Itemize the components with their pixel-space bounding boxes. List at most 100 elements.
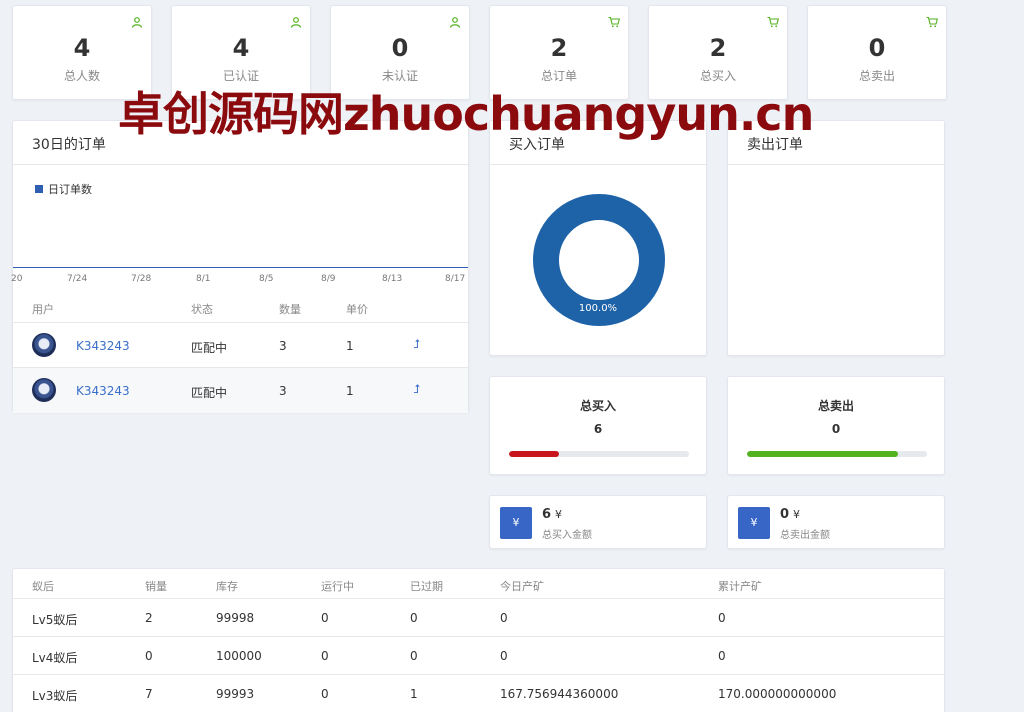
summary-title: 总买入 [579,399,616,413]
stat-value: 2 [709,34,727,62]
sell-amount-card: ¥ 0 ¥ 总卖出金额 [727,495,945,549]
cell-running: 0 [321,687,329,701]
x-tick: 7/24 [67,274,88,284]
cell-today-output: 0 [500,611,508,625]
watermark: 卓创源码网zhuochuangyun.cn [118,87,814,141]
x-tick: 20 [11,274,23,284]
header-total-output: 累计产矿 [718,580,762,593]
cell-queen: Lv4蚁后 [32,651,78,665]
table-row: Lv4蚁后 0 100000 0 0 0 0 [13,637,944,675]
sell-orders-panel: 卖出订单 [727,120,945,356]
cell-today-output: 167.756944360000 [500,687,619,701]
stat-value: 0 [868,34,886,62]
table-row: Lv5蚁后 2 99998 0 0 0 0 [13,599,944,637]
currency-symbol: ¥ [555,508,563,521]
yen-icon: ¥ [500,507,532,539]
header-expired: 已过期 [410,580,443,593]
user-link[interactable]: K343243 [76,384,130,398]
cell-stock: 99993 [216,687,255,701]
header-qty: 数量 [279,303,301,316]
progress-bar [747,451,927,457]
user-icon [131,17,143,28]
amount-number: 6 [542,507,552,522]
cell-running: 0 [321,611,329,625]
yen-icon: ¥ [738,507,770,539]
header-status: 状态 [191,303,213,316]
stat-card-total-sell: 0 总卖出 [807,5,947,100]
order-price: 1 [346,339,354,353]
buy-orders-panel: 买入订单 100.0% [489,120,707,356]
user-icon [290,17,302,28]
legend-swatch [35,185,43,193]
amount-number: 0 [780,507,790,522]
cell-today-output: 0 [500,649,508,663]
cell-expired: 1 [410,687,418,701]
order-status: 匹配中 [191,386,228,400]
legend-label: 日订单数 [48,183,92,196]
x-tick: 8/1 [196,274,211,284]
amount-value: 0 ¥ [780,507,800,522]
x-tick: 8/9 [321,274,336,284]
donut-slice[interactable] [533,194,665,326]
order-qty: 3 [279,339,287,353]
total-sell-card: 总卖出 0 [727,376,945,475]
table-row: K343243 匹配中 3 1 ⮥ [13,368,468,413]
cell-sales: 0 [145,649,153,663]
progress-bar [509,451,689,457]
cell-sales: 7 [145,687,153,701]
cart-icon [926,16,938,28]
orders-panel: 30日的订单 日订单数 20 7/24 7/28 8/1 8/5 8/9 8/1… [11,120,469,413]
cell-total-output: 0 [718,649,726,663]
cart-icon [767,16,779,28]
progress-fill [509,451,560,457]
chart-legend[interactable]: 日订单数 [35,181,92,197]
x-tick: 7/28 [131,274,152,284]
cell-expired: 0 [410,611,418,625]
x-tick: 8/5 [259,274,274,284]
amount-label: 总买入金额 [542,530,592,541]
table-row: K343243 匹配中 3 1 ⮥ [13,323,468,368]
order-qty: 3 [279,384,287,398]
cell-stock: 100000 [216,649,262,663]
cell-stock: 99998 [216,611,255,625]
amount-label: 总卖出金额 [780,530,830,541]
progress-fill [747,451,899,457]
buy-amount-card: ¥ 6 ¥ 总买入金额 [489,495,707,549]
header-stock: 库存 [216,580,238,593]
avatar [32,378,56,402]
cell-expired: 0 [410,649,418,663]
header-running: 运行中 [321,580,354,593]
stat-value: 4 [232,34,250,62]
stat-value: 4 [73,34,91,62]
chart-axis-line [13,267,468,268]
header-queen: 蚁后 [32,580,54,593]
table-row: Lv3蚁后 7 99993 0 1 167.756944360000 170.0… [13,675,944,712]
queen-table-header: 蚁后 销量 库存 运行中 已过期 今日产矿 累计产矿 [13,569,944,599]
summary-title: 总卖出 [817,399,854,413]
share-icon[interactable]: ⮥ [413,337,420,352]
summary-value: 0 [831,422,841,436]
share-icon[interactable]: ⮥ [413,382,420,397]
total-buy-card: 总买入 6 [489,376,707,475]
header-sales: 销量 [145,580,167,593]
stat-value: 2 [550,34,568,62]
cell-queen: Lv5蚁后 [32,613,78,627]
header-user: 用户 [32,303,54,316]
cell-total-output: 0 [718,611,726,625]
header-today-output: 今日产矿 [500,580,544,593]
cell-sales: 2 [145,611,153,625]
user-icon [449,17,461,28]
avatar [32,333,56,357]
cell-total-output: 170.000000000000 [718,687,837,701]
stat-value: 0 [391,34,409,62]
amount-value: 6 ¥ [542,507,562,522]
cell-queen: Lv3蚁后 [32,689,78,703]
cart-icon [608,16,620,28]
currency-symbol: ¥ [793,508,801,521]
user-link[interactable]: K343243 [76,339,130,353]
cell-running: 0 [321,649,329,663]
queen-table: 蚁后 销量 库存 运行中 已过期 今日产矿 累计产矿 Lv5蚁后 2 99998… [12,568,945,712]
x-tick: 8/13 [382,274,403,284]
stat-label: 总卖出 [858,69,895,83]
x-tick: 8/17 [445,274,466,284]
